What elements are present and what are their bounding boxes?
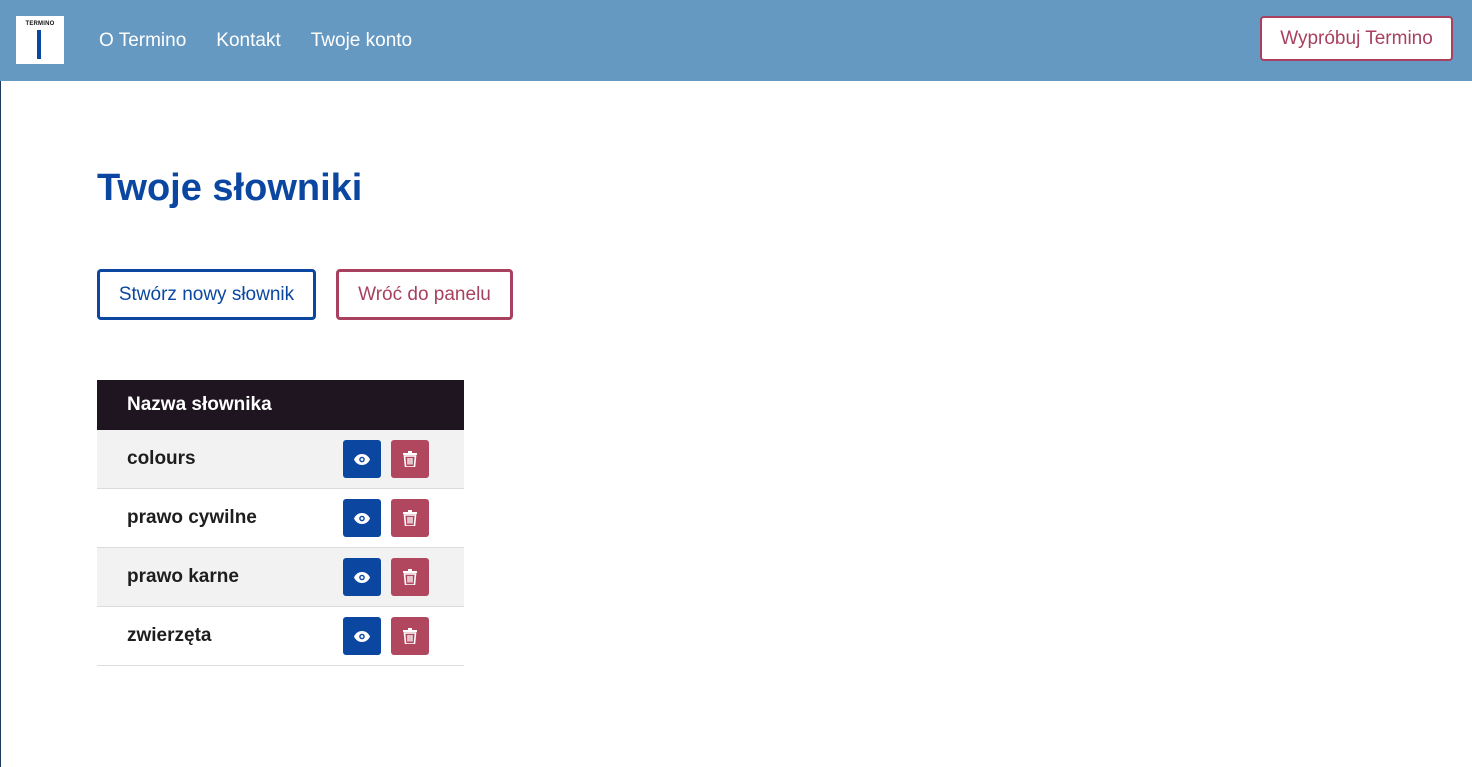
eye-icon: [354, 630, 370, 642]
table-header: Nazwa słownika: [97, 380, 464, 430]
row-actions: [343, 499, 429, 537]
delete-dictionary-button[interactable]: [391, 617, 429, 655]
table-row: colours: [97, 430, 464, 489]
dictionary-table: Nazwa słownika colours prawo cywilne prawo…: [97, 380, 464, 666]
logo-text: TERMINO: [25, 21, 55, 27]
nav-link-twoje-konto[interactable]: Twoje konto: [311, 29, 412, 53]
eye-icon: [354, 512, 370, 524]
trash-icon: [403, 628, 417, 644]
nav-link-kontakt[interactable]: Kontakt: [216, 29, 280, 53]
table-row: prawo cywilne: [97, 489, 464, 548]
view-dictionary-button[interactable]: [343, 440, 381, 478]
back-to-panel-button[interactable]: Wróć do panelu: [336, 269, 513, 320]
dictionary-name: zwierzęta: [127, 625, 212, 646]
logo-bar: [37, 30, 41, 59]
delete-dictionary-button[interactable]: [391, 440, 429, 478]
delete-dictionary-button[interactable]: [391, 499, 429, 537]
trash-icon: [403, 569, 417, 585]
dictionary-name: prawo cywilne: [127, 507, 257, 528]
eye-icon: [354, 571, 370, 583]
trash-icon: [403, 451, 417, 467]
navbar: TERMINO O Termino Kontakt Twoje konto Wy…: [0, 0, 1472, 81]
termino-logo[interactable]: TERMINO: [16, 16, 64, 64]
try-termino-button[interactable]: Wypróbuj Termino: [1260, 16, 1453, 61]
page-title: Twoje słowniki: [97, 167, 363, 209]
trash-icon: [403, 510, 417, 526]
row-actions: [343, 558, 429, 596]
create-dictionary-button[interactable]: Stwórz nowy słownik: [97, 269, 316, 320]
eye-icon: [354, 453, 370, 465]
table-body: colours prawo cywilne prawo karne zwierzęta: [97, 430, 464, 666]
row-actions: [343, 617, 429, 655]
nav-link-o-termino[interactable]: O Termino: [99, 29, 186, 53]
view-dictionary-button[interactable]: [343, 558, 381, 596]
view-dictionary-button[interactable]: [343, 617, 381, 655]
view-dictionary-button[interactable]: [343, 499, 381, 537]
table-row: zwierzęta: [97, 607, 464, 666]
column-header-name: Nazwa słownika: [127, 394, 272, 415]
delete-dictionary-button[interactable]: [391, 558, 429, 596]
table-row: prawo karne: [97, 548, 464, 607]
dictionary-name: prawo karne: [127, 566, 239, 587]
row-actions: [343, 440, 429, 478]
page-left-border: [0, 0, 1, 767]
nav-links: O Termino Kontakt Twoje konto: [99, 29, 412, 53]
dictionary-name: colours: [127, 448, 196, 469]
